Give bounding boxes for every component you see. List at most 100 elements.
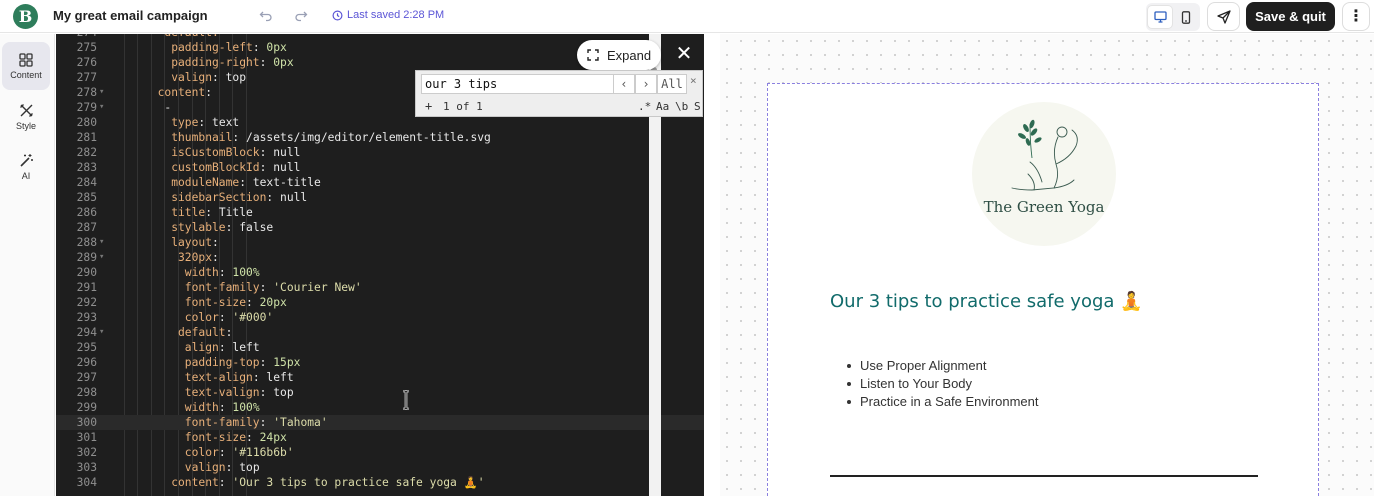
divider-line[interactable] [830,475,1258,477]
save-and-quit-button[interactable]: Save & quit [1246,2,1335,31]
code-text: moduleName: text-title [171,176,321,189]
line-number: 292 [76,296,97,309]
code-text: font-size: 24px [184,431,287,444]
yoga-logo[interactable] [972,102,1116,246]
sidebar-item-label: AI [21,171,31,181]
sidebar-item-label: Style [15,121,36,131]
line-number: 299 [76,401,97,414]
line-number: 277 [76,71,97,84]
code-text: content: 'Our 3 tips to practice safe yo… [171,476,485,489]
brevo-logo-icon[interactable]: B [13,4,38,29]
code-text: stylable: false [171,221,274,234]
undo-icon[interactable] [258,8,274,24]
code-text: sidebarSection: null [171,191,308,204]
fold-arrow-icon[interactable]: ▾ [99,85,104,100]
campaign-title[interactable]: My great email campaign [53,8,208,23]
magic-wand-icon [19,154,33,167]
code-text: - [164,101,172,114]
fold-arrow-icon[interactable]: ▾ [99,325,104,340]
fold-arrow-icon[interactable]: ▾ [99,250,104,265]
line-number: 290 [76,266,97,279]
code-text: customBlockId: null [171,161,301,174]
code-line: 303 valign: top [56,460,704,475]
code-text: padding-left: 0px [171,41,287,54]
line-number: 288 [76,236,97,249]
line-number: 303 [76,461,97,474]
code-line: 292 font-size: 20px [56,295,704,310]
tips-list[interactable]: Use Proper Alignment Listen to Your Body… [846,357,1038,411]
code-line: 283 customBlockId: null [56,160,704,175]
line-number: 291 [76,281,97,294]
line-number: 286 [76,206,97,219]
fold-arrow-icon[interactable]: ▾ [99,100,104,115]
line-number: 300 [76,416,97,429]
code-text: valign: top [184,461,260,474]
whole-word-toggle[interactable]: \b [675,97,688,116]
text-cursor-icon [403,390,409,410]
code-text: font-family: 'Tahoma' [184,416,328,429]
line-number: 283 [76,161,97,174]
find-all-button[interactable]: All [657,74,687,94]
code-text: content: [157,86,219,99]
code-text: padding-right: 0px [171,56,294,69]
code-line: 299 width: 100% [56,400,704,415]
code-text: font-size: 20px [184,296,287,309]
code-text: padding-top: 15px [184,356,301,369]
line-number: 293 [76,311,97,324]
close-search-icon[interactable]: × [690,74,702,87]
code-line: 298 text-valign: top [56,385,704,400]
close-icon[interactable]: ✕ [672,42,696,66]
search-input[interactable] [421,74,614,94]
line-number: 302 [76,446,97,459]
code-text: isCustomBlock: null [171,146,301,159]
search-match-count: 1 of 1 [443,100,483,113]
code-text: text-valign: top [184,386,294,399]
line-number: 289 [76,251,97,264]
send-test-button[interactable] [1207,2,1240,31]
more-options-icon[interactable]: ⋮ [1342,2,1370,31]
code-line: 289 ▾ 320px: [56,250,704,265]
code-line: 295 align: left [56,340,704,355]
sidebar-item-style[interactable]: Style [2,93,50,141]
toggle-replace-icon[interactable]: + [425,97,432,116]
expand-editor-button[interactable]: Expand [577,40,661,70]
find-previous-icon[interactable]: ‹ [613,74,635,94]
mobile-view-button[interactable] [1174,6,1198,28]
sidebar-item-content[interactable]: Content [2,42,50,90]
yoga-figure-icon [1011,119,1078,191]
top-bar: B My great email campaign Last saved 2:2… [0,0,1374,33]
code-text: width: 100% [184,266,260,279]
email-title[interactable]: Our 3 tips to practice safe yoga 🧘 [830,291,1143,312]
code-text: width: 100% [184,401,260,414]
code-text: type: text [171,116,240,129]
code-line: 285 sidebarSection: null [56,190,704,205]
sidebar-item-ai[interactable]: AI [2,143,50,191]
code-text: text-align: left [184,371,294,384]
sidebar-item-label: Content [10,69,42,80]
code-text: default: [178,326,240,339]
code-line: 297 text-align: left [56,370,704,385]
case-sensitive-toggle[interactable]: Aa [656,97,669,116]
fold-arrow-icon[interactable]: ▾ [99,235,104,250]
find-panel: ‹ › All × + 1 of 1 .* Aa \b S [415,70,703,117]
line-number: 281 [76,131,97,144]
code-line: 302 color: '#116b6b' [56,445,704,460]
pen-tools-icon [19,104,33,117]
code-line: 304 content: 'Our 3 tips to practice safe… [56,475,704,490]
code-line: 291 font-family: 'Courier New' [56,280,704,295]
mobile-icon [1181,10,1191,24]
search-in-selection-toggle[interactable]: S [694,97,701,116]
code-text: 320px: [178,251,226,264]
line-number: 296 [76,356,97,369]
code-line: 284 moduleName: text-title [56,175,704,190]
desktop-icon [1153,11,1167,23]
paper-plane-icon [1216,9,1231,24]
line-number: 278 [76,86,97,99]
redo-icon[interactable] [293,8,309,24]
code-text: thumbnail: /assets/img/editor/element-ti… [171,131,491,144]
desktop-view-button[interactable] [1148,6,1172,28]
line-number: 301 [76,431,97,444]
line-number: 279 [76,101,97,114]
regex-toggle[interactable]: .* [638,97,651,116]
find-next-icon[interactable]: › [635,74,657,94]
